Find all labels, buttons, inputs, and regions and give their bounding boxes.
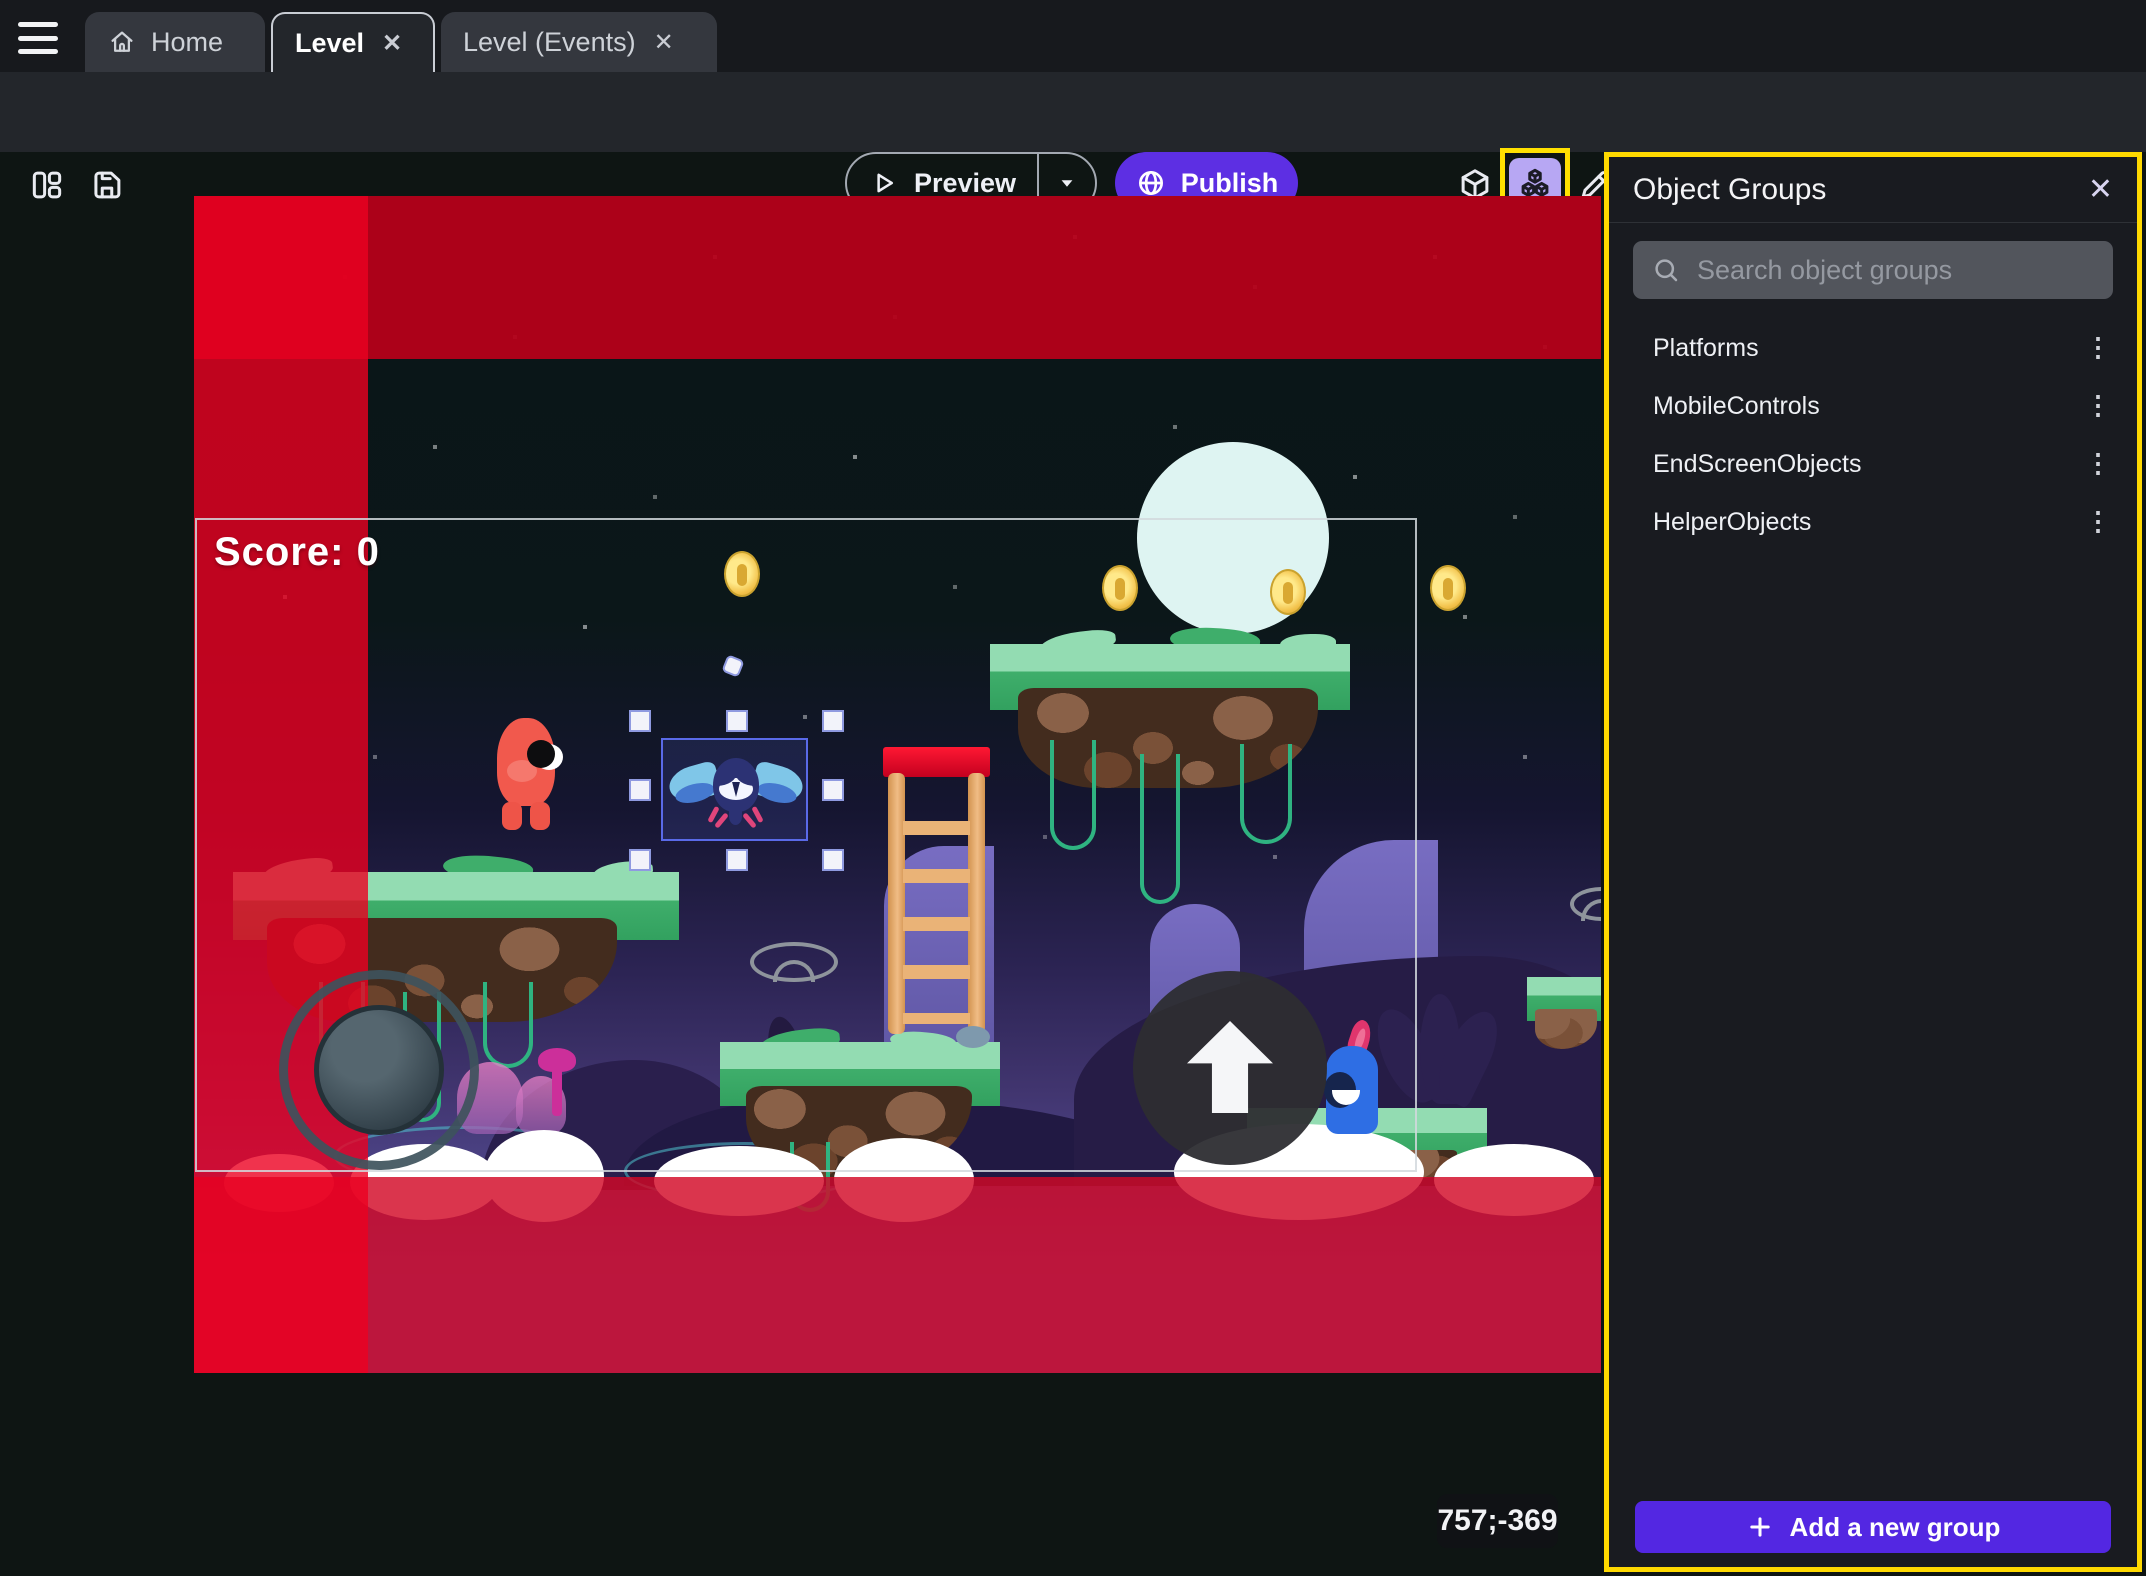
object-group-name: Platforms (1653, 334, 1759, 363)
kebab-menu-icon[interactable]: ⋮ (2085, 456, 2111, 472)
selection-handle-nw[interactable] (629, 710, 651, 732)
tab-level-events[interactable]: Level (Events) ✕ (441, 12, 717, 72)
search-icon (1651, 255, 1681, 285)
tab-home[interactable]: Home (85, 12, 265, 72)
object-group-row[interactable]: MobileControls ⋮ (1609, 377, 2137, 435)
hamburger-menu-icon[interactable] (18, 22, 64, 54)
object-group-name: MobileControls (1653, 392, 1820, 421)
scene-canvas[interactable]: Score: 0 (194, 196, 1601, 1373)
globe-icon (1135, 167, 1167, 199)
tab-label: Home (151, 27, 223, 58)
selection-handle-n[interactable] (726, 710, 748, 732)
cursor-coordinates-badge: 757;-369 (1437, 1494, 1558, 1548)
add-group-label: Add a new group (1790, 1512, 2001, 1543)
up-arrow-icon (1187, 1021, 1273, 1113)
object-group-name: HelperObjects (1653, 508, 1811, 537)
joystick-knob (314, 1005, 444, 1135)
plus-icon (1746, 1513, 1774, 1541)
kebab-menu-icon[interactable]: ⋮ (2085, 514, 2111, 530)
grass-platform[interactable] (1527, 977, 1601, 1053)
selection-handle-e[interactable] (822, 779, 844, 801)
tab-label: Level (Events) (463, 27, 636, 58)
red-overlay-top[interactable] (194, 196, 1601, 359)
search-input[interactable] (1697, 255, 2095, 286)
selection-handle-se[interactable] (822, 849, 844, 871)
chevron-down-icon (1054, 170, 1080, 196)
publish-label: Publish (1181, 168, 1279, 199)
toolbar: Preview Publish (0, 72, 2146, 152)
tab-level[interactable]: Level ✕ (271, 12, 435, 72)
close-tab-icon[interactable]: ✕ (650, 26, 678, 59)
search-box (1633, 241, 2113, 299)
selection-handle-w[interactable] (629, 779, 651, 801)
panel-title: Object Groups (1633, 173, 1826, 207)
score-text: Score: 0 (214, 530, 380, 575)
save-icon[interactable] (88, 166, 126, 204)
close-panel-icon[interactable]: ✕ (2088, 175, 2113, 205)
tab-label: Level (295, 28, 364, 59)
virtual-joystick-object[interactable] (279, 970, 479, 1170)
close-tab-icon[interactable]: ✕ (378, 27, 406, 60)
preview-label: Preview (914, 168, 1016, 199)
selection-handle-ne[interactable] (822, 710, 844, 732)
object-group-list: Platforms ⋮ MobileControls ⋮ EndScreenOb… (1609, 319, 2137, 551)
selection-handle-s[interactable] (726, 849, 748, 871)
panel-header: Object Groups ✕ (1609, 157, 2137, 223)
object-group-name: EndScreenObjects (1653, 450, 1861, 479)
kebab-menu-icon[interactable]: ⋮ (2085, 398, 2111, 414)
object-groups-panel: Object Groups ✕ Platforms ⋮ MobileContro… (1604, 152, 2142, 1572)
editor-layout-icon[interactable] (28, 166, 66, 204)
object-group-row[interactable]: EndScreenObjects ⋮ (1609, 435, 2137, 493)
add-group-button[interactable]: Add a new group (1635, 1501, 2111, 1553)
jump-button-object[interactable] (1133, 971, 1327, 1165)
selected-fly-enemy[interactable] (661, 738, 808, 841)
level-editor-window: Home Level ✕ Level (Events) ✕ Preview (0, 0, 2146, 1576)
home-icon (107, 27, 137, 57)
object-group-row[interactable]: HelperObjects ⋮ (1609, 493, 2137, 551)
red-overlay-bottom[interactable] (194, 1177, 1601, 1373)
coin-object[interactable] (1430, 565, 1466, 611)
kebab-menu-icon[interactable]: ⋮ (2085, 340, 2111, 356)
tab-bar: Home Level ✕ Level (Events) ✕ (0, 0, 2146, 72)
object-group-row[interactable]: Platforms ⋮ (1609, 319, 2137, 377)
play-icon (868, 168, 898, 198)
selection-handle-sw[interactable] (629, 849, 651, 871)
